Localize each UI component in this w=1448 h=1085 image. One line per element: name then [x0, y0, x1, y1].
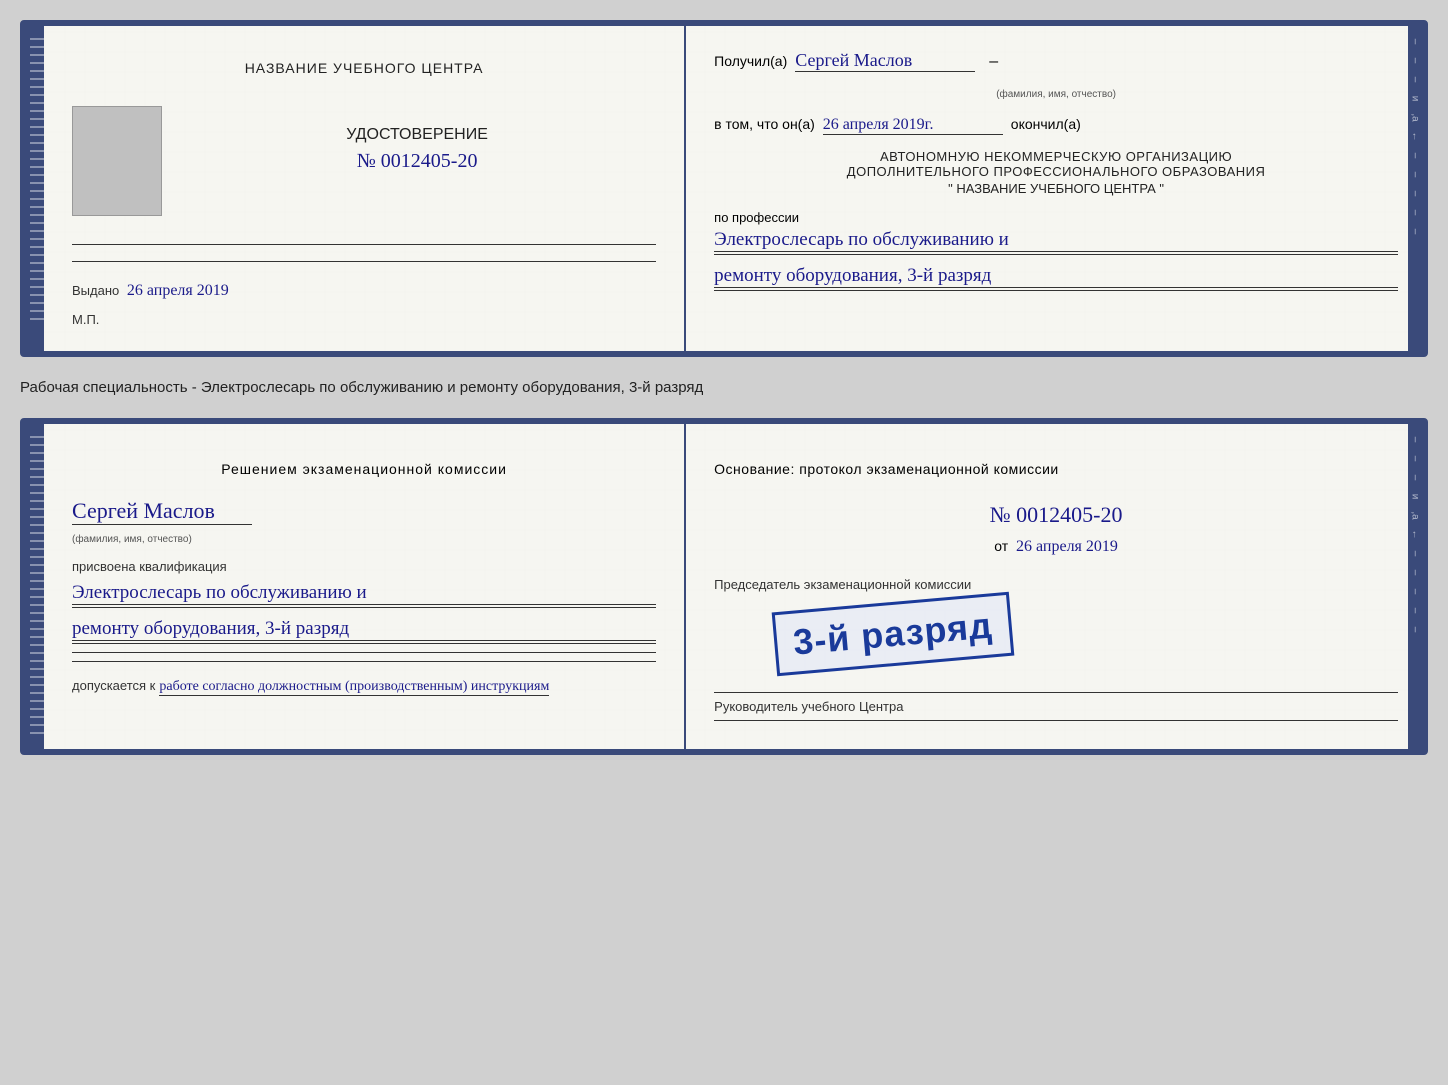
- name-handwritten-2: Сергей Маслов: [72, 498, 252, 525]
- certificate-doc-2: Решением экзаменационной комиссии Сергей…: [20, 418, 1428, 755]
- issued-label: Выдано: [72, 283, 119, 298]
- date-value: 26 апреля 2019: [1016, 538, 1118, 555]
- name-sublabel-1: (фамилия, имя, отчество): [996, 89, 1116, 100]
- assigned-label: присвоена квалификация: [72, 559, 227, 574]
- right-margin-1: – – – и ,а ← – – – – –: [1408, 26, 1422, 351]
- profession-line1: Электрослесарь по обслуживанию и: [714, 229, 1398, 252]
- allowed-label: допускается к: [72, 678, 155, 693]
- cert-left-1: НАЗВАНИЕ УЧЕБНОГО ЦЕНТРА УДОСТОВЕРЕНИЕ №…: [44, 26, 686, 351]
- photo-placeholder: [72, 106, 162, 216]
- profession-label: по профессии: [714, 210, 1398, 225]
- mp-label: М.П.: [72, 312, 656, 327]
- certificate-title: УДОСТОВЕРЕНИЕ: [178, 126, 656, 144]
- qualification-2: ремонту оборудования, 3-й разряд: [72, 618, 656, 641]
- finished-label: окончил(а): [1011, 116, 1081, 132]
- in-that-label: в том, что он(а): [714, 116, 815, 132]
- training-center-label-1: НАЗВАНИЕ УЧЕБНОГО ЦЕНТРА: [72, 60, 656, 76]
- chairman-label: Председатель экзаменационной комиссии: [714, 577, 971, 592]
- org-name: " НАЗВАНИЕ УЧЕБНОГО ЦЕНТРА ": [714, 181, 1398, 196]
- dash-1: –: [989, 53, 998, 71]
- cert-right-1: Получил(а) Сергей Маслов – (фамилия, имя…: [686, 26, 1408, 351]
- cert-right-2: Основание: протокол экзаменационной коми…: [686, 424, 1408, 749]
- date-handwritten-1: 26 апреля 2019г.: [823, 116, 1003, 135]
- stamp: 3-й разряд: [772, 592, 1015, 676]
- org-line1: АВТОНОМНУЮ НЕКОММЕРЧЕСКУЮ ОРГАНИЗАЦИЮ: [714, 149, 1398, 164]
- qualification-1: Электрослесарь по обслуживанию и: [72, 582, 656, 605]
- issued-date: 26 апреля 2019: [127, 282, 229, 299]
- date-prefix: от: [994, 538, 1008, 554]
- decision-label: Решением экзаменационной комиссии: [221, 461, 507, 477]
- between-label: Рабочая специальность - Электрослесарь п…: [20, 375, 1428, 400]
- profession-line2: ремонту оборудования, 3-й разряд: [714, 265, 1398, 288]
- basis-label: Основание: протокол экзаменационной коми…: [714, 461, 1059, 477]
- allowed-text: работе согласно должностным (производств…: [159, 679, 549, 696]
- number-label-2: № 0012405-20: [714, 502, 1398, 528]
- certificate-number: № 0012405-20: [178, 150, 656, 173]
- certificate-doc-1: НАЗВАНИЕ УЧЕБНОГО ЦЕНТРА УДОСТОВЕРЕНИЕ №…: [20, 20, 1428, 357]
- left-spine-1: [26, 26, 44, 351]
- org-line2: ДОПОЛНИТЕЛЬНОГО ПРОФЕССИОНАЛЬНОГО ОБРАЗО…: [714, 164, 1398, 179]
- cert-left-2: Решением экзаменационной комиссии Сергей…: [44, 424, 686, 749]
- left-spine-2: [26, 424, 44, 749]
- director-label: Руководитель учебного Центра: [714, 699, 1398, 714]
- page-wrapper: НАЗВАНИЕ УЧЕБНОГО ЦЕНТРА УДОСТОВЕРЕНИЕ №…: [20, 20, 1428, 755]
- name-sublabel-2: (фамилия, имя, отчество): [72, 534, 192, 545]
- stamp-text: 3-й разряд: [792, 605, 995, 664]
- received-label: Получил(а): [714, 53, 787, 69]
- right-margin-2: – – – и ,а ← – – – – –: [1408, 424, 1422, 749]
- name-handwritten-1: Сергей Маслов: [795, 50, 975, 72]
